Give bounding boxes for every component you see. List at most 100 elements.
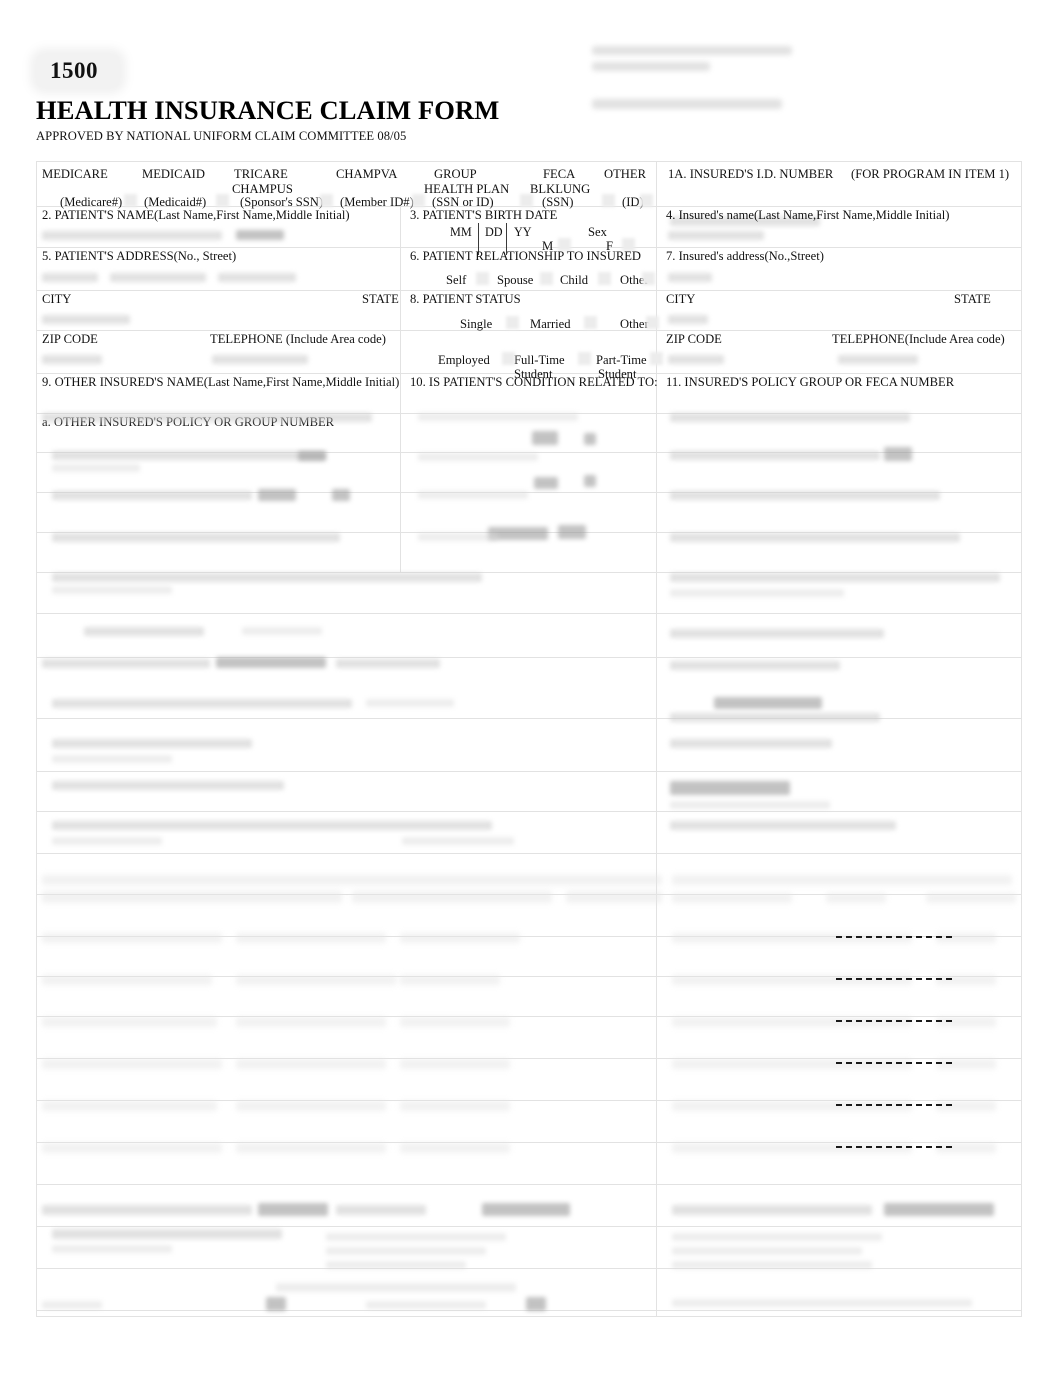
item1-champva-id: (Member ID#) (340, 195, 414, 209)
rule-11 (36, 613, 1022, 614)
item1-tricare-label: TRICARE (234, 167, 288, 181)
item5-city-label: CITY (42, 292, 72, 306)
claim-form-page: 1500 HEALTH INSURANCE CLAIM FORM APPROVE… (0, 0, 1062, 1377)
item1-other-label: OTHER (604, 167, 646, 181)
checkbox-other[interactable] (640, 194, 653, 207)
item5-state-label: STATE (362, 292, 399, 306)
form-header: 1500 HEALTH INSURANCE CLAIM FORM APPROVE… (36, 54, 596, 144)
item2-value-2[interactable] (236, 230, 284, 240)
rule-25 (36, 1226, 1022, 1227)
item1-feca-label: FECA (543, 167, 576, 181)
item7-label: 7. Insured's address(No.,Street) (666, 249, 824, 263)
checkbox-feca[interactable] (602, 194, 615, 207)
item8-label: 8. PATIENT STATUS (410, 292, 521, 306)
item3-mm: MM (450, 225, 472, 239)
item6-self-label: Self (446, 273, 467, 287)
item7-value[interactable] (668, 273, 712, 282)
item3-divider-1 (478, 223, 479, 239)
item1-group-label: GROUP (434, 167, 477, 181)
page-title: HEALTH INSURANCE CLAIM FORM (36, 95, 500, 125)
item8-married-label: Married (530, 317, 571, 331)
item7-city-label: CITY (666, 292, 696, 306)
item1-medicaid-label: MEDICAID (142, 167, 205, 181)
rule-bottom (36, 1316, 1022, 1317)
item3-divider-2 (506, 223, 507, 239)
rule-3 (36, 290, 1022, 291)
item7-phone-value[interactable] (838, 355, 918, 364)
item6-label: 6. PATIENT RELATIONSHIP TO INSURED (410, 249, 642, 263)
item3-label: 3. PATIENT'S BIRTH DATE (410, 208, 558, 222)
checkbox-tricare[interactable] (320, 194, 333, 207)
checkbox-medicare[interactable] (124, 194, 137, 207)
npi-dash-line-4 (836, 1062, 952, 1064)
item8-fulltime-label: Full-Time (514, 353, 565, 367)
rule-top (36, 161, 1022, 162)
checkbox-fulltime[interactable] (578, 352, 591, 365)
rule-15 (36, 811, 1022, 812)
rule-4 (36, 330, 1022, 331)
checkbox-champva[interactable] (412, 194, 425, 207)
item4-value[interactable] (668, 231, 764, 240)
item8-single-label: Single (460, 317, 493, 331)
item6-child-label: Child (560, 273, 588, 287)
vrule-left-edge (36, 161, 37, 1316)
carrier-line-1 (592, 46, 792, 55)
rule-12 (36, 657, 1022, 658)
item7-state-label: STATE (954, 292, 991, 306)
item8-other-label: Other (620, 317, 649, 331)
form-grid: MEDICARE MEDICAID TRICARE CHAMPUS CHAMPV… (36, 161, 1022, 1317)
item3-sex-label: Sex (588, 225, 607, 239)
npi-dash-line-1 (836, 936, 952, 938)
checkbox-group[interactable] (520, 194, 533, 207)
item1-medicare-label: MEDICARE (42, 167, 108, 181)
checkbox-parttime[interactable] (650, 352, 663, 365)
item3-yy: YY (514, 225, 532, 239)
item5-phone-label: TELEPHONE (Include Area code) (210, 332, 386, 346)
rule-24 (36, 1184, 1022, 1185)
item7-zip-label: ZIP CODE (666, 332, 722, 346)
rule-14 (36, 771, 1022, 772)
item6-spouse-label: Spouse (497, 273, 534, 287)
item1a-note: (FOR PROGRAM IN ITEM 1) (851, 167, 1010, 181)
item5-city-value[interactable] (42, 315, 130, 324)
item7-city-value[interactable] (668, 315, 708, 324)
item5-zip-label: ZIP CODE (42, 332, 98, 346)
item8-parttime-label: Part-Time (596, 353, 647, 367)
item5-label: 5. PATIENT'S ADDRESS(No., Street) (42, 249, 237, 263)
vrule-right-edge (1021, 161, 1022, 1316)
item10-label: 10. IS PATIENT'S CONDITION RELATED TO: (410, 375, 658, 389)
item1-champva-label: CHAMPVA (336, 167, 398, 181)
form-number-badge: 1500 (36, 54, 120, 88)
checkbox-rel-other[interactable] (642, 272, 655, 285)
checkbox-rel-self[interactable] (476, 272, 489, 285)
item11-label: 11. INSURED'S POLICY GROUP OR FECA NUMBE… (666, 375, 955, 389)
npi-dash-line-6 (836, 1146, 952, 1148)
item5-phone-value[interactable] (212, 355, 308, 364)
rule-16 (36, 853, 1022, 854)
item5-value-c[interactable] (218, 273, 296, 282)
checkbox-employed[interactable] (502, 352, 515, 365)
npi-dash-line-2 (836, 978, 952, 980)
rule-2 (36, 247, 1022, 248)
carrier-line-3 (592, 99, 782, 109)
checkbox-rel-child[interactable] (598, 272, 611, 285)
checkbox-status-other[interactable] (646, 316, 659, 329)
checkbox-status-married[interactable] (584, 316, 597, 329)
item2-value[interactable] (42, 231, 222, 240)
item9-label: 9. OTHER INSURED'S NAME(Last Name,First … (42, 375, 400, 389)
item5-zip-value[interactable] (42, 355, 102, 364)
item5-value-b[interactable] (110, 273, 206, 282)
item5-value-a[interactable] (42, 273, 98, 282)
carrier-line-2 (592, 62, 710, 71)
item2-label: 2. PATIENT'S NAME(Last Name,First Name,M… (42, 208, 350, 222)
item8-employed-label: Employed (438, 353, 490, 367)
item7-phone-label: TELEPHONE(Include Area code) (832, 332, 1005, 346)
checkbox-status-single[interactable] (506, 316, 519, 329)
npi-dash-line-3 (836, 1020, 952, 1022)
checkbox-rel-spouse[interactable] (540, 272, 553, 285)
checkbox-medicaid[interactable] (216, 194, 229, 207)
item7-zip-value[interactable] (668, 355, 724, 364)
vrule-right (656, 161, 657, 1316)
item1a-label: 1A. INSURED'S I.D. NUMBER (668, 167, 834, 181)
page-subtitle: APPROVED BY NATIONAL UNIFORM CLAIM COMMI… (36, 129, 407, 143)
